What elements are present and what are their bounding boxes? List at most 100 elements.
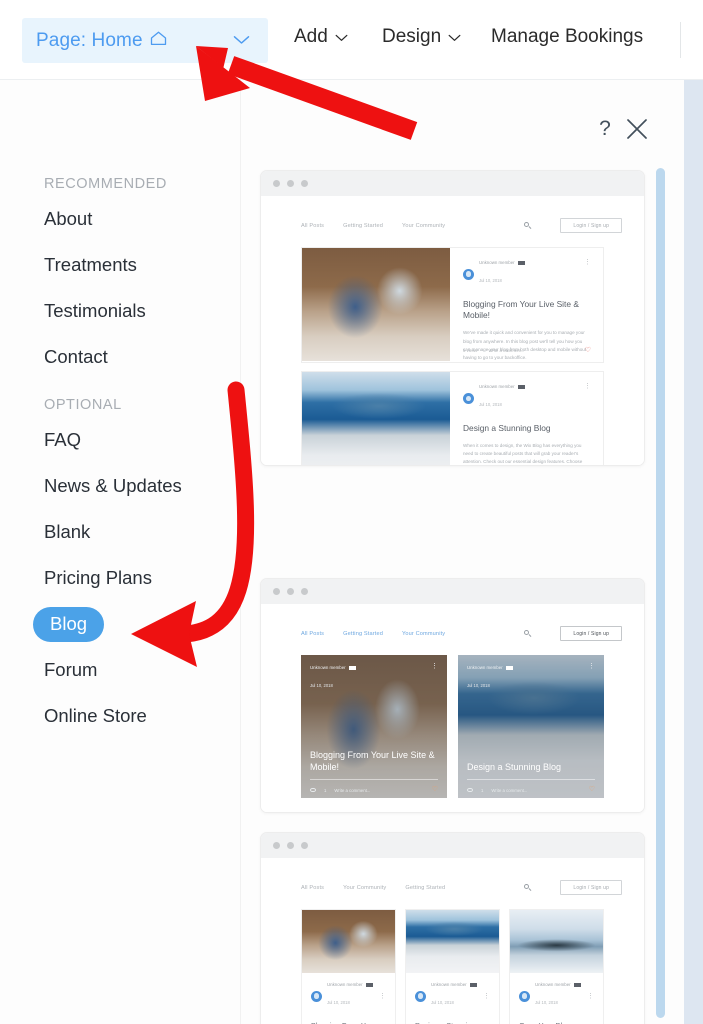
post-title: Blogging From Your Live Site & Mobile! <box>310 749 435 773</box>
template-preview-area: All Posts Getting Started Your Community… <box>241 80 684 1024</box>
post-card[interactable]: Unknown member Jul 10, 2018 ⋮ Blogging F… <box>301 909 396 1024</box>
post-title: Blogging From Your Live Site & Mobile! <box>311 1021 386 1024</box>
post-image <box>302 910 395 973</box>
more-options-icon[interactable]: ⋮ <box>379 993 386 1000</box>
post-title: Grow Your Blog Community <box>519 1021 594 1024</box>
chevron-down-icon <box>335 26 348 48</box>
sidebar-item-about[interactable]: About <box>44 208 92 230</box>
post-footer: 1 Write a comment... ♡ <box>310 787 438 793</box>
nav-link[interactable]: All Posts <box>301 223 324 229</box>
more-options-icon[interactable]: ⋮ <box>584 259 591 266</box>
sidebar-item-blog[interactable]: Blog <box>33 607 105 642</box>
login-signup-button[interactable]: Login / Sign up <box>560 218 622 233</box>
scrollbar-thumb[interactable] <box>656 168 665 1018</box>
window-dot-icon <box>273 588 280 595</box>
toolbar-item-add[interactable]: Add <box>294 26 348 48</box>
nav-link[interactable]: Getting Started <box>343 631 383 637</box>
nav-link[interactable]: Getting Started <box>343 223 383 229</box>
sidebar-item-contact[interactable]: Contact <box>44 346 108 368</box>
more-options-icon[interactable]: ⋮ <box>483 993 490 1000</box>
write-comment-link[interactable]: Write a comment... <box>491 788 527 793</box>
heart-icon[interactable]: ♡ <box>585 347 591 354</box>
post-excerpt: We've made it quick and convenient for y… <box>463 330 587 360</box>
nav-link[interactable]: All Posts <box>301 885 324 891</box>
page-selector-button[interactable]: Page: Home <box>22 18 268 63</box>
post-meta: Unknown member Jul 10, 2018 ⋮ <box>311 982 386 1012</box>
post-author: Unknown member <box>310 665 346 670</box>
sidebar-item-testimonials[interactable]: Testimonials <box>44 300 146 322</box>
template-preview-grid2[interactable]: All Posts Getting Started Your Community… <box>260 578 645 813</box>
post-card[interactable]: Unknown member Jul 10, 2018 ⋮ Design a S… <box>458 655 604 798</box>
dialog-scrollbar[interactable] <box>656 168 665 1018</box>
more-options-icon[interactable]: ⋮ <box>431 663 438 670</box>
post-card[interactable]: Unknown member Jul 10, 2018 ⋮ Design a S… <box>405 909 500 1024</box>
sidebar-item-blank[interactable]: Blank <box>44 521 90 543</box>
sidebar-item-faq[interactable]: FAQ <box>44 429 81 451</box>
avatar <box>415 991 426 1003</box>
post-author: Unknown member <box>535 982 571 987</box>
post-image <box>406 910 499 973</box>
sidebar-item-news-updates[interactable]: News & Updates <box>44 475 182 497</box>
avatar <box>463 393 474 405</box>
post-grid: Unknown member Jul 10, 2018 ⋮ Blogging F… <box>261 655 644 812</box>
post-title: Design a Stunning Blog <box>415 1021 490 1024</box>
post-views: 5 views <box>463 347 478 353</box>
post-meta: Unknown member Jul 10, 2018 ⋮ <box>519 982 594 1012</box>
sidebar-item-forum[interactable]: Forum <box>44 659 97 681</box>
post-card[interactable]: Unknown member Jul 10, 2018 ⋮ Grow Your … <box>509 909 604 1024</box>
post-grid: Unknown member Jul 10, 2018 ⋮ Blogging F… <box>261 909 644 1024</box>
post-image <box>302 248 450 361</box>
nav-link[interactable]: All Posts <box>301 631 324 637</box>
login-signup-button[interactable]: Login / Sign up <box>560 626 622 641</box>
views-icon <box>310 788 316 793</box>
post-date: Jul 10, 2018 <box>431 1000 454 1006</box>
views-icon <box>467 788 473 793</box>
post-row[interactable]: Unknown member Jul 10, 2018 ⋮ Blogging F… <box>301 247 604 364</box>
post-card[interactable]: Unknown member Jul 10, 2018 ⋮ Blogging F… <box>301 655 447 798</box>
more-options-icon[interactable]: ⋮ <box>588 663 595 670</box>
chevron-down-icon[interactable] <box>233 32 250 50</box>
sidebar-item-online-store[interactable]: Online Store <box>44 705 147 727</box>
avatar <box>463 269 474 281</box>
preview-nav: All Posts Getting Started Your Community… <box>261 196 644 247</box>
post-title: Blogging From Your Live Site & Mobile! <box>463 298 579 321</box>
sidebar-item-pricing-plans[interactable]: Pricing Plans <box>44 567 152 589</box>
nav-link[interactable]: Getting Started <box>405 885 445 891</box>
template-preview-grid3[interactable]: All Posts Your Community Getting Started… <box>260 832 645 1024</box>
post-author: Unknown member <box>327 982 363 987</box>
search-icon[interactable] <box>524 884 531 891</box>
preview-body: All Posts Your Community Getting Started… <box>261 858 644 1024</box>
window-dot-icon <box>287 588 294 595</box>
search-icon[interactable] <box>524 222 531 229</box>
more-options-icon[interactable]: ⋮ <box>587 993 594 1000</box>
post-excerpt: When it comes to design, the Wix Blog ha… <box>463 442 583 464</box>
heart-icon[interactable]: ♡ <box>432 787 438 794</box>
window-dot-icon <box>287 842 294 849</box>
add-page-screen: Page: Home Add Design Manage Bookings ? … <box>0 0 703 1024</box>
toolbar-item-design[interactable]: Design <box>382 26 461 48</box>
sidebar-item-treatments[interactable]: Treatments <box>44 254 137 276</box>
more-options-icon[interactable]: ⋮ <box>584 383 591 390</box>
nav-link[interactable]: Your Community <box>343 885 386 891</box>
post-date: Jul 10, 2018 <box>310 683 333 689</box>
browser-chrome <box>261 171 644 196</box>
nav-link[interactable]: Your Community <box>402 223 445 229</box>
toolbar-item-label: Add <box>294 26 328 47</box>
post-row[interactable]: Unknown member Jul 10, 2018 ⋮ Design a S… <box>301 371 604 465</box>
template-preview-list[interactable]: All Posts Getting Started Your Community… <box>260 170 645 466</box>
window-dot-icon <box>287 180 294 187</box>
search-icon[interactable] <box>524 630 531 637</box>
window-dot-icon <box>301 180 308 187</box>
write-comment-link[interactable]: Write a comment... <box>488 348 524 353</box>
nav-link[interactable]: Your Community <box>402 631 445 637</box>
login-signup-button[interactable]: Login / Sign up <box>560 880 622 895</box>
toolbar-item-manage-bookings[interactable]: Manage Bookings <box>491 26 643 48</box>
post-meta: Unknown member Jul 10, 2018 <box>463 260 591 290</box>
sidebar-heading-recommended: RECOMMENDED <box>44 176 167 192</box>
heart-icon[interactable]: ♡ <box>589 787 595 794</box>
window-dot-icon <box>301 588 308 595</box>
post-date: Jul 10, 2018 <box>479 278 502 284</box>
write-comment-link[interactable]: Write a comment... <box>334 788 370 793</box>
post-title: Design a Stunning Blog <box>467 762 562 773</box>
home-icon <box>150 31 167 51</box>
